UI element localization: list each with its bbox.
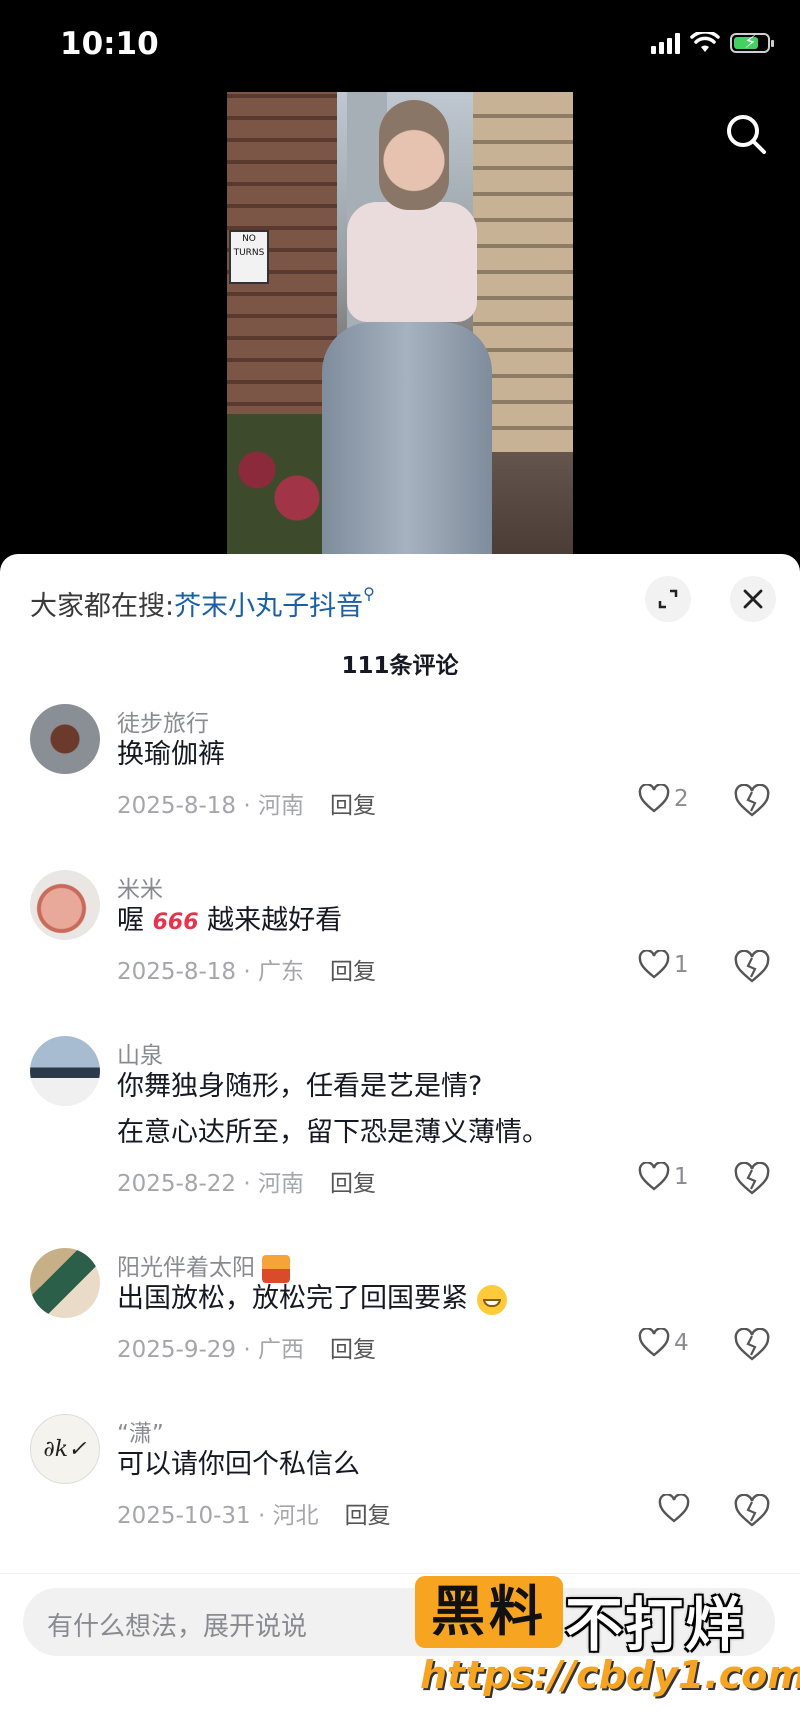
search-icon[interactable] bbox=[724, 112, 768, 156]
video-person-jeans bbox=[322, 322, 492, 554]
video-flowers bbox=[227, 414, 327, 554]
comment-text: 出国放松，放松完了回国要紧 bbox=[117, 1276, 507, 1322]
reply-button[interactable]: 回复 bbox=[330, 959, 376, 985]
like-button[interactable] bbox=[658, 1494, 690, 1524]
like-count: 4 bbox=[674, 1330, 689, 1356]
comment-meta: 2025-9-29 · 广西 回复 bbox=[117, 1330, 376, 1364]
comment-text-line1: 你舞独身随形，任看是艺是情? bbox=[117, 1071, 483, 1102]
status-time: 10:10 bbox=[60, 26, 159, 62]
hot-search-prefix: 大家都在搜: bbox=[30, 591, 175, 622]
video-person-head bbox=[379, 100, 449, 210]
like-count: 1 bbox=[674, 1164, 689, 1190]
comment-text: 喔 666 越来越好看 bbox=[117, 898, 342, 946]
expand-icon bbox=[658, 589, 678, 609]
comment-date: 2025-8-18 · 河南 bbox=[117, 793, 304, 819]
comment-sheet: 大家都在搜:芥末小丸子抖音⚲ 111条评论 徒步旅行 换瑜伽裤 2025-8-1… bbox=[0, 554, 800, 1731]
like-count: 1 bbox=[674, 952, 689, 978]
comment-text: 换瑜伽裤 bbox=[117, 739, 225, 770]
comment-date: 2025-9-29 · 广西 bbox=[117, 1337, 304, 1363]
like-button[interactable]: 4 bbox=[638, 1328, 689, 1358]
heart-icon bbox=[638, 1162, 670, 1191]
avatar[interactable] bbox=[30, 704, 100, 774]
comment-text: 可以请你回个私信么 bbox=[117, 1449, 360, 1480]
heart-icon bbox=[658, 1494, 690, 1523]
hot-search[interactable]: 大家都在搜:芥末小丸子抖音⚲ bbox=[30, 584, 375, 623]
video-person-top bbox=[347, 202, 477, 322]
comment-count: 111条评论 bbox=[341, 653, 459, 679]
avatar[interactable] bbox=[30, 870, 100, 940]
avatar[interactable]: ∂k✓ bbox=[30, 1414, 100, 1484]
status-icons: ⚡ bbox=[651, 32, 774, 54]
comment-text-line2: 在意心达所至，留下恐是薄义薄情。 bbox=[117, 1117, 549, 1148]
like-count: 2 bbox=[674, 786, 689, 812]
avatar[interactable] bbox=[30, 1036, 100, 1106]
like-button[interactable]: 2 bbox=[638, 784, 689, 814]
reply-button[interactable]: 回复 bbox=[330, 1171, 376, 1197]
comment-meta: 2025-8-22 · 河南 回复 bbox=[117, 1164, 376, 1198]
comment-date: 2025-8-22 · 河南 bbox=[117, 1171, 304, 1197]
comment-text-after: 越来越好看 bbox=[207, 905, 343, 936]
comment-date: 2025-8-18 · 广东 bbox=[117, 959, 304, 985]
signal-icon bbox=[651, 32, 680, 54]
like-button[interactable]: 1 bbox=[638, 1162, 689, 1192]
battery-icon: ⚡ bbox=[730, 32, 774, 53]
wifi-icon bbox=[690, 32, 720, 52]
comment-date: 2025-10-31 · 河北 bbox=[117, 1503, 319, 1529]
avatar[interactable] bbox=[30, 1248, 100, 1318]
video-player[interactable]: NO TURNS bbox=[227, 92, 573, 554]
hot-search-keyword[interactable]: 芥末小丸子抖音 bbox=[174, 591, 363, 622]
like-button[interactable]: 1 bbox=[638, 950, 689, 980]
heart-icon bbox=[638, 950, 670, 979]
emoji-666: 666 bbox=[152, 910, 199, 935]
dislike-heart-icon[interactable] bbox=[733, 950, 771, 984]
comment-text-before: 喔 bbox=[117, 905, 144, 936]
comment-meta: 2025-10-31 · 河北 回复 bbox=[117, 1496, 391, 1530]
watermark-url: https://cbdy1.com bbox=[420, 1653, 800, 1697]
comment-meta: 2025-8-18 · 河南 回复 bbox=[117, 786, 376, 820]
watermark-slogan: 不打烊 bbox=[565, 1591, 746, 1659]
comment-text-body: 出国放松，放松完了回国要紧 bbox=[117, 1283, 468, 1314]
dislike-heart-icon[interactable] bbox=[733, 1494, 771, 1528]
heart-icon bbox=[638, 784, 670, 813]
no-turns-sign: NO TURNS bbox=[229, 230, 269, 284]
close-button[interactable] bbox=[730, 576, 776, 622]
close-icon bbox=[743, 589, 763, 609]
comment-input-placeholder: 有什么想法，展开说说 bbox=[47, 1612, 308, 1642]
reply-button[interactable]: 回复 bbox=[330, 793, 376, 819]
watermark-brand: 黑料 bbox=[415, 1576, 563, 1648]
expand-button[interactable] bbox=[645, 576, 691, 622]
dislike-heart-icon[interactable] bbox=[733, 1162, 771, 1196]
reply-button[interactable]: 回复 bbox=[330, 1337, 376, 1363]
dislike-heart-icon[interactable] bbox=[733, 784, 771, 818]
comment-meta: 2025-8-18 · 广东 回复 bbox=[117, 952, 376, 986]
reply-button[interactable]: 回复 bbox=[345, 1503, 391, 1529]
watermark-logo: 黑料 不打烊 bbox=[415, 1574, 775, 1664]
avatar-calligraphy: ∂k✓ bbox=[43, 1436, 87, 1462]
mini-search-icon: ⚲ bbox=[363, 584, 375, 603]
grin-emoji-icon bbox=[476, 1284, 507, 1315]
dislike-heart-icon[interactable] bbox=[733, 1328, 771, 1362]
heart-icon bbox=[638, 1328, 670, 1357]
